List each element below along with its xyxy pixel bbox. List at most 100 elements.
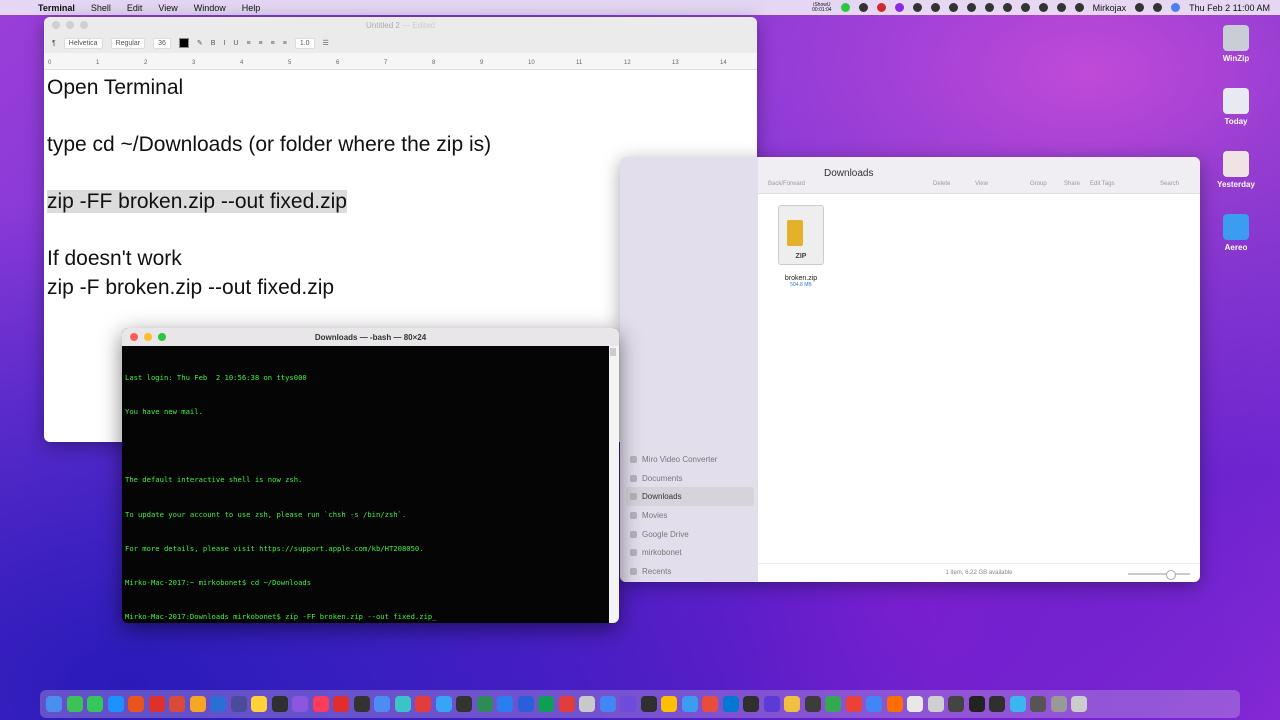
bluetooth-icon[interactable] — [1020, 3, 1030, 12]
text-color-swatch[interactable] — [178, 38, 189, 48]
menu-shell[interactable]: Shell — [83, 3, 119, 13]
menu-window[interactable]: Window — [186, 3, 234, 13]
dock-app-icon[interactable] — [128, 696, 144, 712]
dock-app-icon[interactable] — [415, 696, 431, 712]
menu-view[interactable]: View — [150, 3, 185, 13]
dock-app-icon[interactable] — [230, 696, 247, 712]
display-icon[interactable] — [948, 3, 958, 12]
desktop-icon-winzip[interactable]: WinZip — [1206, 25, 1266, 63]
dock-app-icon[interactable] — [271, 696, 288, 712]
dock-app-icon[interactable] — [148, 696, 165, 712]
sidebar-item-movies[interactable]: Movies — [626, 506, 754, 525]
ruler[interactable]: 0 1 2 3 4 5 6 7 8 9 10 11 12 13 14 — [44, 53, 757, 70]
dock-app-icon[interactable] — [866, 696, 882, 712]
align-justify-icon[interactable]: ≡ — [283, 40, 287, 47]
dock-app-icon[interactable] — [579, 696, 595, 712]
battery-icon[interactable] — [1056, 3, 1066, 12]
underline-button[interactable]: U — [233, 40, 238, 47]
font-style-select[interactable]: Regular — [110, 37, 146, 49]
dock-app-icon[interactable] — [1071, 696, 1087, 712]
dock-app-icon[interactable] — [907, 696, 923, 712]
highlight-color-icon[interactable]: ✎ — [197, 39, 203, 47]
dock-app-icon[interactable] — [948, 696, 964, 712]
dock-app-icon[interactable] — [435, 696, 452, 712]
dock-app-icon[interactable] — [620, 696, 636, 712]
recorder-status[interactable]: iShowU 00:01:04 — [812, 2, 831, 13]
dock-app-icon[interactable] — [681, 696, 698, 712]
headphones-icon[interactable] — [1038, 3, 1048, 12]
terminal-titlebar[interactable]: Downloads — -bash — 80×24 — [122, 328, 619, 346]
back-forward-button[interactable]: Back/Forward — [768, 181, 805, 187]
dock-app-icon[interactable] — [1009, 696, 1026, 712]
share-button[interactable]: Share — [1064, 181, 1080, 187]
creative-cloud-icon[interactable] — [876, 3, 886, 12]
dock-app-icon[interactable] — [312, 696, 329, 712]
font-family-select[interactable]: Helvetica — [63, 37, 103, 49]
align-left-icon[interactable]: ≡ — [246, 40, 250, 47]
dock-app-icon[interactable] — [825, 696, 841, 712]
dock-app-icon[interactable] — [784, 696, 800, 712]
dock-app-icon[interactable] — [968, 696, 985, 712]
play-icon[interactable] — [966, 3, 976, 12]
dock-app-icon[interactable] — [927, 696, 944, 712]
recording-dot-icon[interactable] — [840, 3, 850, 12]
view-button[interactable]: View — [975, 181, 988, 187]
dock-app-icon[interactable] — [169, 696, 185, 712]
sidebar-item-recents[interactable]: Recents — [626, 562, 754, 581]
bold-button[interactable]: B — [211, 40, 216, 47]
menu-help[interactable]: Help — [234, 3, 269, 13]
align-center-icon[interactable]: ≡ — [259, 40, 263, 47]
dock-app-icon[interactable] — [394, 696, 411, 712]
status-app-icon[interactable] — [858, 3, 868, 12]
slider-knob[interactable] — [1166, 570, 1176, 580]
text-app-icon[interactable] — [930, 3, 940, 12]
dock-app-icon[interactable] — [661, 696, 677, 712]
user-name[interactable]: Mirkojax — [1093, 3, 1127, 13]
search-box-icon[interactable] — [984, 3, 994, 12]
dock-app-icon[interactable] — [989, 696, 1005, 712]
desktop-icon-aereo[interactable]: Aereo — [1206, 214, 1266, 252]
dock-app-icon[interactable] — [46, 696, 62, 712]
dock-app-icon[interactable] — [1050, 696, 1067, 712]
dock-app-icon[interactable] — [640, 696, 657, 712]
dock-app-icon[interactable] — [599, 696, 616, 712]
edit-tags-button[interactable]: Edit Tags — [1090, 181, 1115, 187]
dock-app-icon[interactable] — [476, 696, 493, 712]
align-right-icon[interactable]: ≡ — [271, 40, 275, 47]
sidebar-item-documents[interactable]: Documents — [626, 469, 754, 488]
time-machine-icon[interactable] — [1002, 3, 1012, 12]
m-app-icon[interactable] — [894, 3, 904, 12]
menu-edit[interactable]: Edit — [119, 3, 151, 13]
wifi-icon[interactable] — [1074, 3, 1084, 12]
dock-app-icon[interactable] — [763, 696, 780, 712]
control-center-icon[interactable] — [1153, 3, 1163, 12]
sidebar-item-downloads[interactable]: Downloads — [626, 487, 754, 507]
sidebar-item-home[interactable]: mirkobonet — [626, 543, 754, 562]
dock-app-icon[interactable] — [538, 696, 554, 712]
finder-toolbar[interactable]: Back/Forward Downloads Delete View Group… — [758, 157, 1200, 194]
group-button[interactable]: Group — [1030, 181, 1047, 187]
siri-icon[interactable] — [1171, 3, 1181, 12]
info-icon[interactable] — [912, 3, 922, 12]
list-style-icon[interactable]: ☰ — [323, 39, 329, 47]
dock-app-icon[interactable] — [374, 696, 390, 712]
delete-button[interactable]: Delete — [933, 181, 950, 187]
dock-app-icon[interactable] — [66, 696, 83, 712]
spotlight-icon[interactable] — [1135, 3, 1145, 12]
dock-app-icon[interactable] — [497, 696, 513, 712]
icon-size-slider[interactable] — [1128, 570, 1190, 580]
dock-app-icon[interactable] — [702, 696, 718, 712]
font-size-select[interactable]: 36 — [153, 37, 171, 49]
dock-app-icon[interactable] — [517, 696, 534, 712]
terminal-output[interactable]: Last login: Thu Feb 2 10:56:38 on ttys00… — [122, 346, 619, 623]
dock-app-icon[interactable] — [1030, 696, 1046, 712]
sidebar-item-google-drive[interactable]: Google Drive — [626, 525, 754, 544]
dock-app-icon[interactable] — [333, 696, 349, 712]
dock-app-icon[interactable] — [804, 696, 821, 712]
line-spacing-select[interactable]: 1.0 — [294, 37, 315, 49]
clock[interactable]: Thu Feb 2 11:00 AM — [1189, 3, 1270, 13]
dock-app-icon[interactable] — [886, 696, 903, 712]
dock-app-icon[interactable] — [743, 696, 759, 712]
desktop-icon-today[interactable]: Today — [1206, 88, 1266, 126]
dock-app-icon[interactable] — [456, 696, 472, 712]
